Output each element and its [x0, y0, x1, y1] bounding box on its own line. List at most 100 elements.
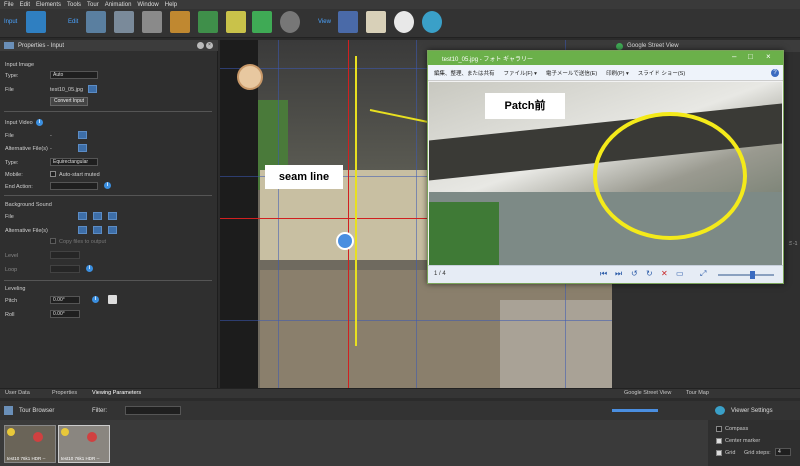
edit-image-icon[interactable] — [86, 11, 106, 33]
compass-icon[interactable] — [394, 11, 414, 33]
menu-elements[interactable]: Elements — [36, 2, 61, 8]
gallery-menu-slideshow[interactable]: スライド ショー(S) — [638, 69, 685, 77]
previous-icon[interactable]: ⏮ — [600, 269, 607, 279]
tab-properties[interactable]: Properties — [52, 390, 77, 396]
zoom-slider-thumb[interactable] — [750, 271, 755, 279]
alt-files-value: - — [50, 146, 52, 152]
hotspot-icon — [87, 432, 97, 442]
eye-icon[interactable] — [422, 11, 442, 33]
brush-icon[interactable] — [226, 11, 246, 33]
copy-files-label: Copy files to output — [59, 239, 107, 245]
pitch-input[interactable]: 0.00° — [50, 296, 80, 304]
folder-icon[interactable] — [93, 212, 102, 220]
menu-help[interactable]: Help — [165, 2, 177, 8]
rotate-left-icon[interactable]: ↺ — [631, 269, 638, 278]
video-file-value: - — [50, 133, 52, 139]
panel-peek-label: ミ-1 — [788, 241, 798, 247]
autostart-checkbox[interactable] — [50, 171, 56, 177]
pin-icon[interactable] — [197, 42, 204, 49]
pitch-label: Pitch — [5, 298, 18, 304]
close-icon[interactable]: × — [206, 42, 213, 49]
film-reel-icon[interactable] — [280, 11, 300, 33]
video-type-select[interactable]: Equirectangular — [50, 158, 98, 166]
info-icon[interactable]: i — [36, 119, 43, 126]
gallery-menu-file[interactable]: ファイル(F) ▾ — [504, 69, 537, 77]
tab-tour-map[interactable]: Tour Map — [686, 390, 709, 396]
roll-input[interactable]: 0.00° — [50, 310, 80, 318]
next-icon[interactable]: ⏭ — [615, 269, 622, 279]
input-video-heading: Input Video — [5, 120, 33, 126]
folder-icon[interactable] — [108, 226, 117, 234]
level-tool-icon[interactable] — [108, 295, 117, 304]
help-icon[interactable]: ? — [771, 69, 779, 77]
maximize-icon[interactable]: □ — [748, 52, 753, 61]
grid-label: Grid — [725, 450, 736, 456]
patch-label: Patch前 — [485, 93, 565, 119]
info-icon[interactable]: i — [86, 265, 93, 272]
divider — [4, 280, 212, 281]
grid-steps-input[interactable]: 4 — [775, 448, 791, 456]
toolbar-input-label: Input — [4, 19, 18, 25]
add-input-icon[interactable] — [26, 11, 46, 33]
menu-tools[interactable]: Tools — [67, 2, 81, 8]
foliage — [429, 202, 499, 265]
folder-icon[interactable] — [78, 212, 87, 220]
gallery-menu-organize[interactable]: 編集、整理、または共有 — [434, 69, 495, 77]
menu-edit[interactable]: Edit — [20, 2, 30, 8]
tab-viewing-parameters[interactable]: Viewing Parameters — [92, 390, 141, 396]
minimize-icon[interactable]: – — [732, 52, 736, 61]
info-icon[interactable]: i — [92, 296, 99, 303]
type-select[interactable]: Auto — [50, 71, 98, 79]
window-titlebar: test10_05.jpg - フォト ギャラリー – □ × — [428, 51, 783, 65]
convert-input-button[interactable]: Convert Input — [50, 97, 89, 106]
sound-alt-label: Alternative File(s) — [5, 228, 48, 234]
copy-files-checkbox[interactable] — [50, 238, 56, 244]
grid-steps-label: Grid steps: — [744, 450, 771, 456]
zoom-slider[interactable] — [718, 274, 774, 276]
input-image-heading: Input Image — [5, 62, 35, 68]
thumbnail-caption: test10 76k1 HDR -- — [61, 456, 100, 461]
tour-browser-icon — [4, 406, 13, 415]
grid-checkbox[interactable] — [716, 450, 722, 456]
panorama-thumbnail[interactable]: test10 76k1 HDR -- — [58, 425, 110, 463]
compass-checkbox[interactable] — [716, 426, 722, 432]
slideshow-icon[interactable]: ▭ — [676, 269, 684, 278]
panorama-icon[interactable] — [114, 11, 134, 33]
folder-icon[interactable] — [88, 85, 97, 93]
photo-gallery-window[interactable]: test10_05.jpg - フォト ギャラリー – □ × 編集、整理、また… — [427, 50, 784, 284]
gallery-menu-print[interactable]: 印刷(P) ▾ — [606, 69, 629, 77]
close-window-icon[interactable]: × — [766, 52, 771, 61]
folder-icon[interactable] — [78, 144, 87, 152]
layers-icon[interactable] — [170, 11, 190, 33]
binoculars-icon[interactable] — [338, 11, 358, 33]
properties-panel-header: Properties - Input — [0, 40, 218, 51]
fit-icon[interactable]: ⤢ — [700, 269, 706, 279]
menu-tour[interactable]: Tour — [87, 2, 99, 8]
eye-icon[interactable] — [715, 406, 725, 415]
center-marker-checkbox[interactable] — [716, 438, 722, 444]
menu-window[interactable]: Window — [137, 2, 158, 8]
google-icon[interactable] — [252, 11, 272, 33]
folder-icon[interactable] — [108, 212, 117, 220]
rotate-right-icon[interactable]: ↻ — [646, 269, 653, 278]
info-icon[interactable]: i — [104, 182, 111, 189]
menu-animation[interactable]: Animation — [105, 2, 132, 8]
filter-input[interactable] — [125, 406, 181, 415]
end-action-select[interactable] — [50, 182, 98, 190]
folder-icon[interactable] — [93, 226, 102, 234]
menu-file[interactable]: File — [4, 2, 14, 8]
folder-icon[interactable] — [78, 226, 87, 234]
thumbnail-size-slider[interactable] — [612, 409, 658, 412]
folder-icon[interactable] — [78, 131, 87, 139]
clipboard-icon[interactable] — [366, 11, 386, 33]
divider — [4, 111, 212, 112]
tab-user-data[interactable]: User Data — [5, 390, 30, 396]
delete-icon[interactable]: ✕ — [661, 269, 668, 278]
level-input[interactable] — [50, 251, 80, 259]
loop-input[interactable] — [50, 265, 80, 273]
panorama-thumbnail[interactable]: test10 76k1 HDR -- — [4, 425, 56, 463]
film-strip-icon[interactable] — [142, 11, 162, 33]
gallery-menu-email[interactable]: 電子メールで送信(E) — [546, 69, 597, 77]
tab-google-street-view[interactable]: Google Street View — [624, 390, 671, 396]
map-icon[interactable] — [198, 11, 218, 33]
